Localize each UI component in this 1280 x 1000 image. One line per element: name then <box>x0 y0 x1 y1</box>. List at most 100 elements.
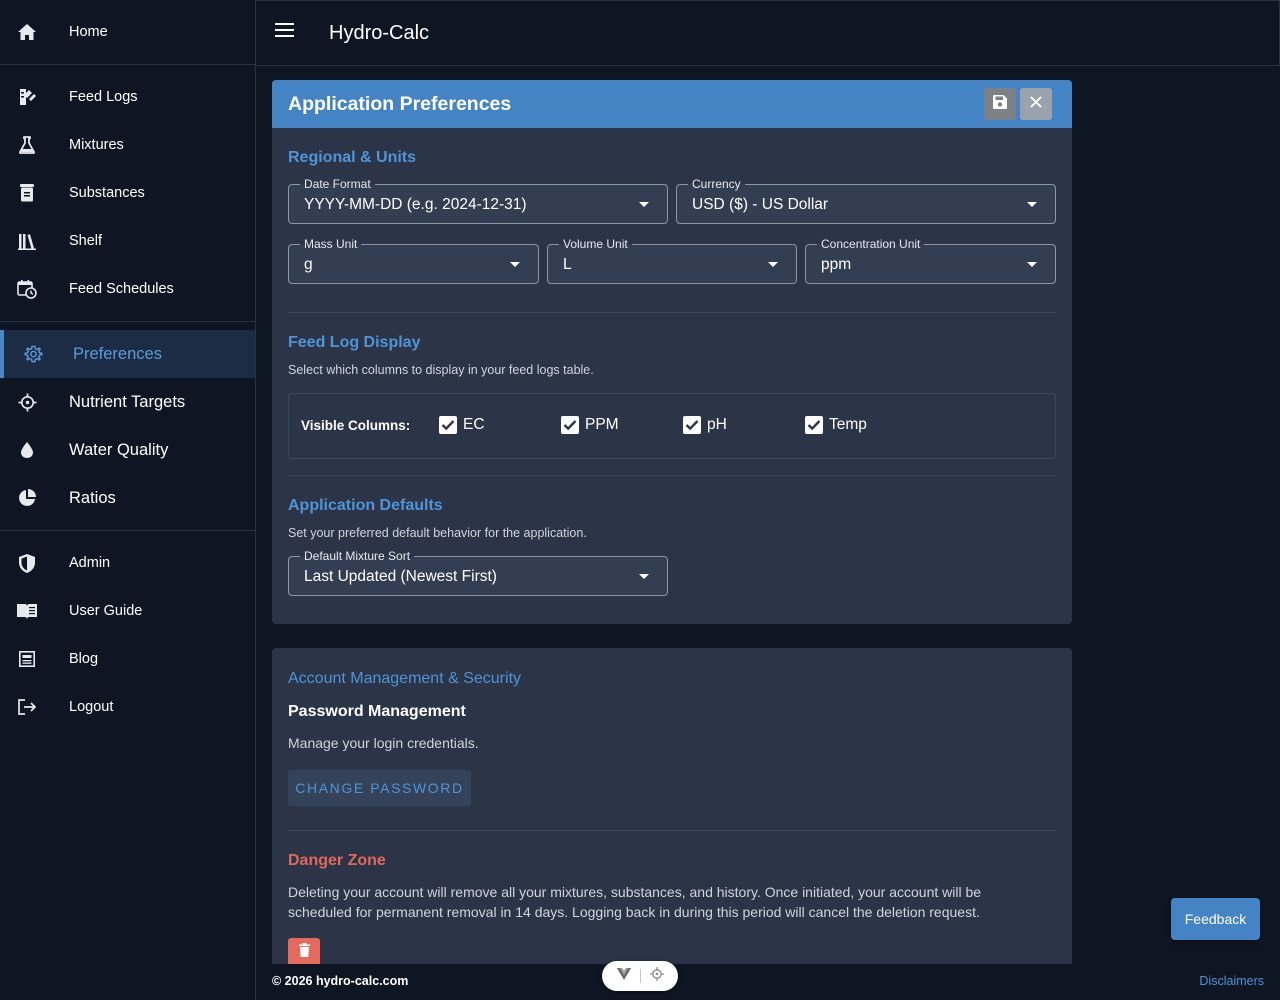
sidebar-item-shelf[interactable]: Shelf <box>0 217 255 265</box>
column-temp-checkbox[interactable]: Temp <box>805 416 867 434</box>
currency-label: Currency <box>688 177 745 191</box>
mixture-sort-select[interactable]: Default Mixture Sort Last Updated (Newes… <box>288 549 668 596</box>
sidebar-item-label: Preferences <box>73 344 162 363</box>
regional-section-title: Regional & Units <box>288 149 417 166</box>
concentration-unit-select[interactable]: Concentration Unit ppm <box>805 237 1056 284</box>
app-title: Hydro-Calc <box>329 22 430 44</box>
change-password-button[interactable]: CHANGE PASSWORD <box>288 770 471 806</box>
menu-icon[interactable] <box>275 23 295 43</box>
sidebar-item-label: Feed Logs <box>69 89 138 105</box>
sidebar-item-label: Substances <box>69 185 145 201</box>
book-icon <box>17 601 37 621</box>
checkbox-checked-icon <box>805 416 823 434</box>
feed-logs-icon <box>17 87 37 107</box>
sidebar-item-ratios[interactable]: Ratios <box>0 474 255 522</box>
page-title: Application Preferences <box>288 93 512 115</box>
checkbox-label: PPM <box>585 416 619 433</box>
column-ec-checkbox[interactable]: EC <box>439 416 485 434</box>
delete-account-button[interactable] <box>288 938 320 964</box>
save-button[interactable] <box>984 88 1016 120</box>
date-format-label: Date Format <box>300 177 375 191</box>
checkbox-label: Temp <box>829 416 867 433</box>
date-format-value: YYYY-MM-DD (e.g. 2024-12-31) <box>304 196 527 213</box>
volume-unit-label: Volume Unit <box>559 237 632 251</box>
sidebar-item-user-guide[interactable]: User Guide <box>0 587 255 635</box>
volume-unit-select[interactable]: Volume Unit L <box>547 237 797 284</box>
column-ppm-checkbox[interactable]: PPM <box>561 416 619 434</box>
column-ph-checkbox[interactable]: pH <box>683 416 727 434</box>
preferences-header: Application Preferences <box>272 80 1072 128</box>
date-format-select[interactable]: Date Format YYYY-MM-DD (e.g. 2024-12-31) <box>288 177 668 224</box>
mixture-sort-label: Default Mixture Sort <box>300 549 415 563</box>
sidebar-item-label: Shelf <box>69 233 103 249</box>
sidebar-item-substances[interactable]: Substances <box>0 169 255 217</box>
concentration-unit-value: ppm <box>821 256 852 273</box>
volume-unit-value: L <box>563 256 572 273</box>
preferences-panel: Application Preferences Regional & Units… <box>272 80 1072 624</box>
caret-down-icon <box>510 262 520 267</box>
close-button[interactable] <box>1020 88 1052 120</box>
sidebar-item-nutrient-targets[interactable]: Nutrient Targets <box>0 378 255 426</box>
mass-unit-value: g <box>304 256 313 273</box>
vue-logo-icon[interactable] <box>616 967 631 985</box>
defaults-description: Set your preferred default behavior for … <box>288 526 587 540</box>
password-title: Password Management <box>288 703 466 720</box>
sidebar-item-feed-schedules[interactable]: Feed Schedules <box>0 265 255 313</box>
password-description: Manage your login credentials. <box>288 735 479 751</box>
checkbox-label: pH <box>707 416 727 433</box>
save-icon <box>993 94 1007 114</box>
close-icon <box>1030 95 1042 113</box>
currency-value: USD ($) - US Dollar <box>692 196 829 213</box>
caret-down-icon <box>639 574 649 579</box>
sidebar-item-water-quality[interactable]: Water Quality <box>0 426 255 474</box>
checkbox-checked-icon <box>439 416 457 434</box>
crosshair-icon <box>17 392 37 412</box>
checkbox-checked-icon <box>561 416 579 434</box>
copyright: © 2026 hydro-calc.com <box>272 974 409 988</box>
visible-columns-label: Visible Columns: <box>301 418 411 433</box>
mass-unit-select[interactable]: Mass Unit g <box>288 237 539 284</box>
concentration-unit-label: Concentration Unit <box>817 237 925 251</box>
shelf-icon <box>17 231 37 251</box>
devtools-toolbar[interactable] <box>602 961 678 991</box>
footer: © 2026 hydro-calc.com Disclaimers <box>256 964 1280 1000</box>
sidebar-item-label: Blog <box>69 651 99 667</box>
sidebar-item-logout[interactable]: Logout <box>0 683 255 731</box>
inspect-target-icon[interactable] <box>649 966 664 986</box>
section-divider <box>288 475 1056 476</box>
sidebar-item-preferences[interactable]: Preferences <box>0 330 255 378</box>
danger-zone-description: Deleting your account will remove all yo… <box>288 884 982 920</box>
sidebar-item-label: Mixtures <box>69 137 124 153</box>
sidebar-item-label: Nutrient Targets <box>69 392 186 411</box>
caret-down-icon <box>639 202 649 207</box>
pie-chart-icon <box>17 488 37 508</box>
section-divider <box>288 830 1056 831</box>
sidebar-item-label: Ratios <box>69 488 116 507</box>
shield-icon <box>17 553 37 573</box>
sidebar-item-feed-logs[interactable]: Feed Logs <box>0 73 255 121</box>
feedback-button[interactable]: Feedback <box>1171 898 1260 940</box>
currency-select[interactable]: Currency USD ($) - US Dollar <box>676 177 1056 224</box>
sidebar-item-label: User Guide <box>69 603 143 619</box>
sidebar-item-label: Logout <box>69 699 114 715</box>
sidebar-divider <box>0 321 255 322</box>
jar-icon <box>17 183 37 203</box>
disclaimers-link[interactable]: Disclaimers <box>1199 974 1264 988</box>
sidebar-item-blog[interactable]: Blog <box>0 635 255 683</box>
mass-unit-label: Mass Unit <box>300 237 362 251</box>
visible-columns-box: Visible Columns: EC PPM pH Temp <box>288 393 1056 459</box>
logout-icon <box>17 697 37 717</box>
water-drop-icon <box>17 440 37 460</box>
trash-icon <box>298 942 310 962</box>
caret-down-icon <box>1027 262 1037 267</box>
sidebar-divider <box>0 530 255 531</box>
sidebar-item-mixtures[interactable]: Mixtures <box>0 121 255 169</box>
account-section-title: Account Management & Security <box>288 670 522 687</box>
sidebar-divider <box>0 64 255 65</box>
mixture-sort-value: Last Updated (Newest First) <box>304 568 497 585</box>
calendar-clock-icon <box>17 279 37 299</box>
sidebar-item-home[interactable]: Home <box>0 8 255 56</box>
sidebar-item-admin[interactable]: Admin <box>0 539 255 587</box>
flask-icon <box>17 135 37 155</box>
home-icon <box>17 22 37 42</box>
